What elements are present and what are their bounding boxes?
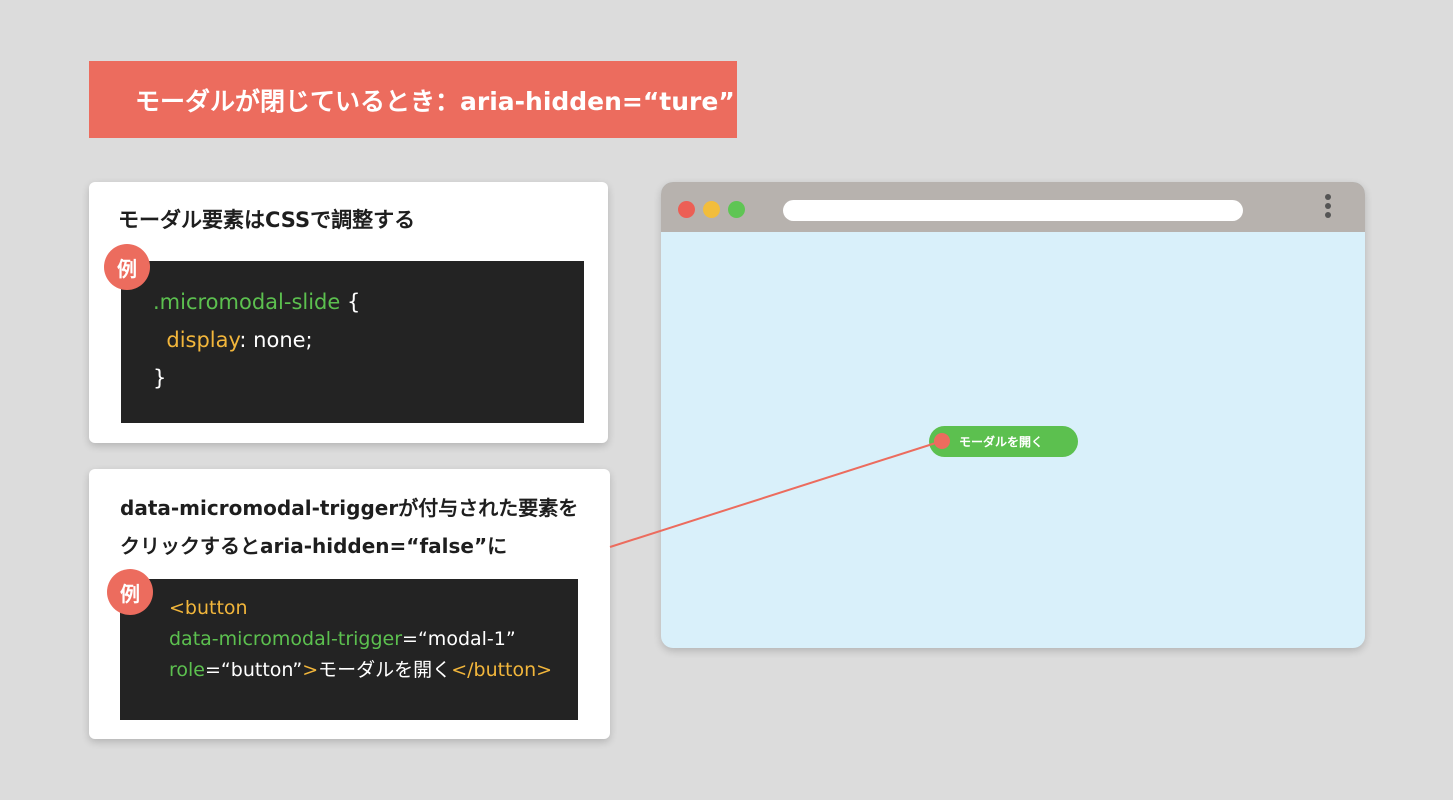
connector-path [609,440,943,548]
connector-line [609,440,943,548]
